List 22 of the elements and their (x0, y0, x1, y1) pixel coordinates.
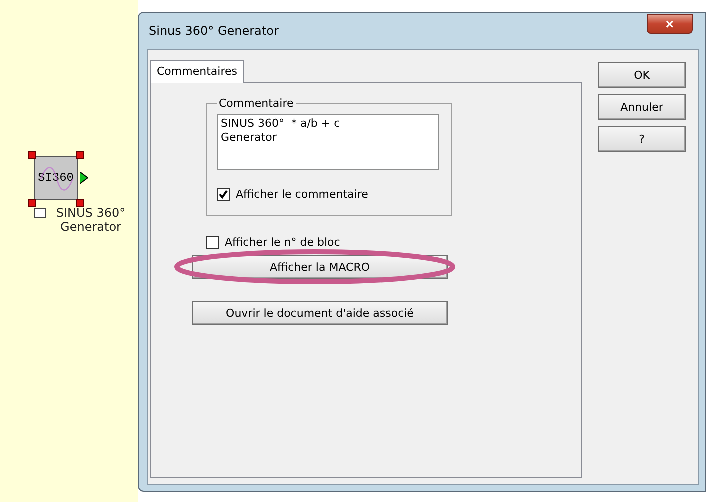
sine-wave-icon (40, 166, 74, 192)
selection-handle[interactable] (28, 199, 36, 207)
output-port-icon[interactable] (80, 172, 88, 184)
action-button[interactable]: Ouvrir le document d'aide associé (192, 301, 448, 325)
selection-handle[interactable] (76, 199, 84, 207)
dialog-button[interactable]: OK (598, 62, 686, 88)
selection-handle[interactable] (76, 151, 84, 159)
checkbox-label: Afficher le n° de bloc (225, 236, 340, 249)
checkbox-label: Afficher le commentaire (236, 188, 368, 201)
checkbox[interactable] (206, 236, 219, 249)
group-title: Commentaire (218, 97, 295, 110)
function-block[interactable]: SI360 (34, 156, 78, 200)
dialog-button[interactable]: ? (598, 126, 686, 152)
window-title: Sinus 360° Generator (149, 24, 279, 38)
dialog-button[interactable]: Annuler (598, 94, 686, 120)
comment-field[interactable]: SINUS 360° * a/b + c Generator (217, 114, 439, 170)
selection-handle[interactable] (28, 151, 36, 159)
checkbox[interactable] (217, 188, 230, 201)
close-button[interactable]: × (647, 14, 693, 34)
tab[interactable]: Commentaires (150, 60, 244, 83)
input-port-icon[interactable] (34, 208, 46, 218)
block-caption: SINUS 360° Generator (55, 206, 127, 234)
